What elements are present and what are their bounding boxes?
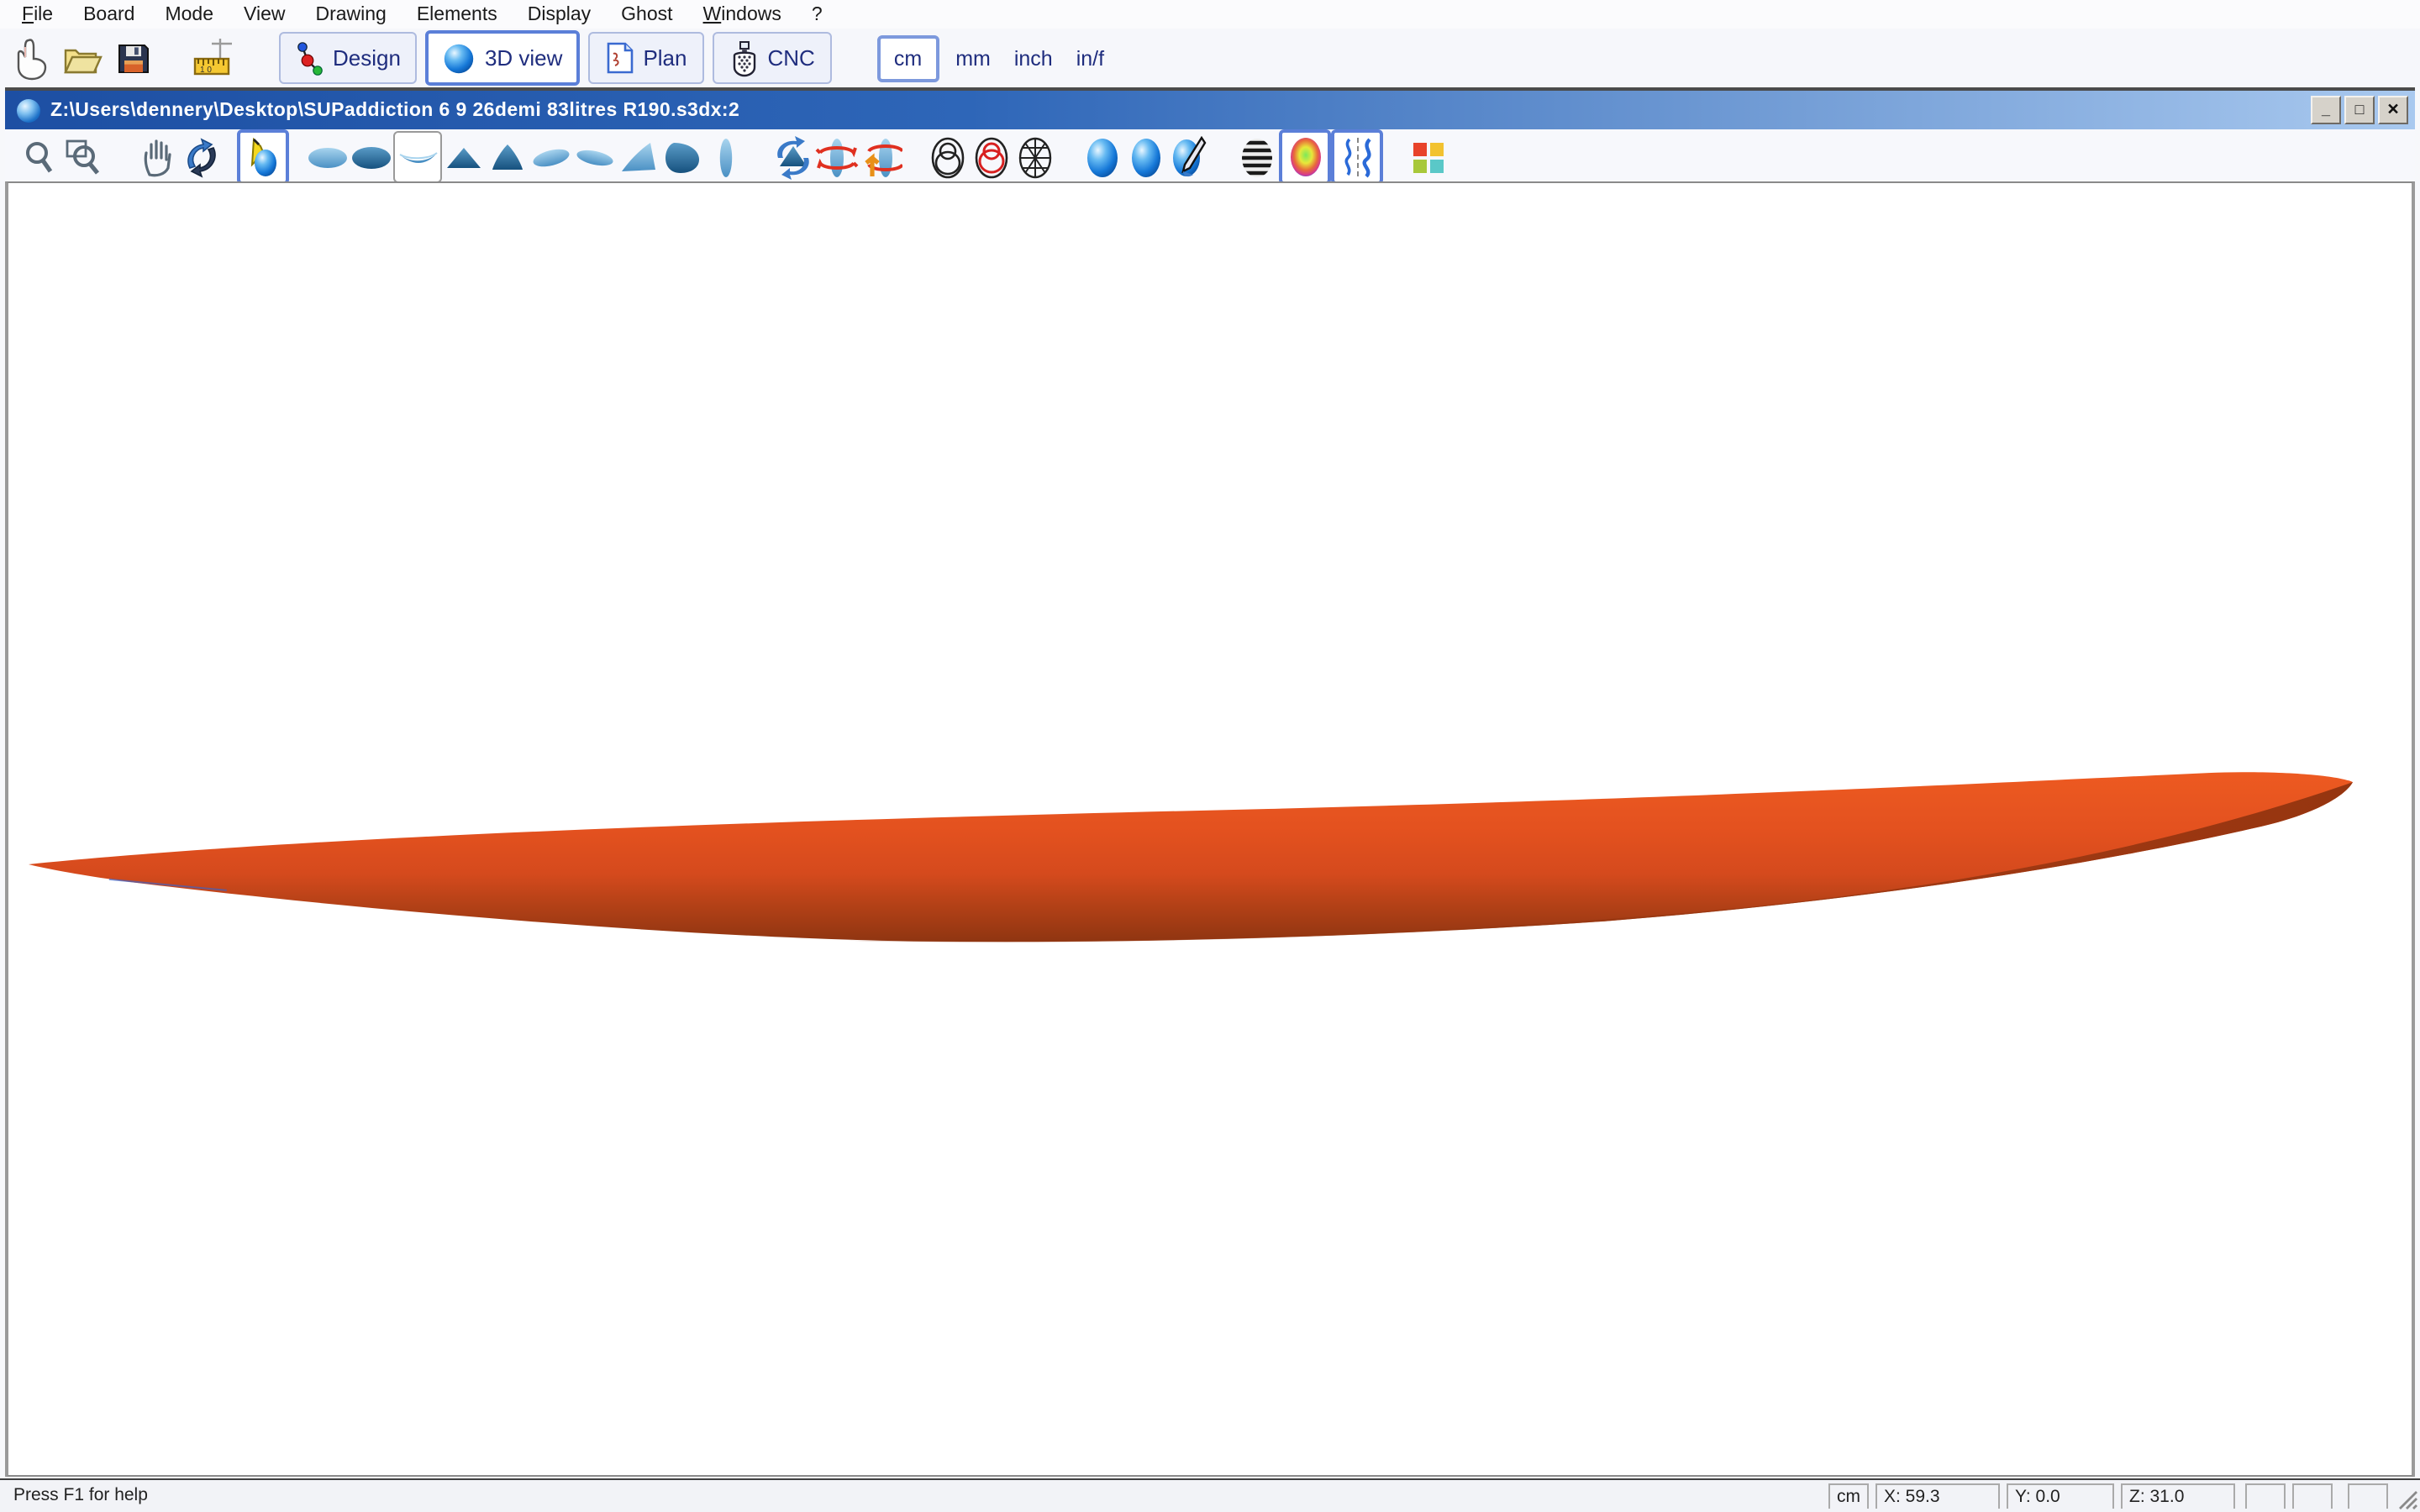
unit-selector: cm mm inch in/f xyxy=(877,34,1116,81)
menu-help[interactable]: ? xyxy=(797,4,838,24)
status-x-coordinate: X: 59.3 xyxy=(1876,1483,2000,1509)
status-bar: Press F1 for help cm X: 59.3 Y: 0.0 Z: 3… xyxy=(0,1478,2420,1512)
status-unit: cm xyxy=(1828,1483,1869,1509)
view-nose-icon[interactable] xyxy=(442,135,486,179)
plan-button[interactable]: Plan xyxy=(587,32,703,84)
view-side-icon[interactable] xyxy=(393,131,442,183)
wireframe-slices-icon[interactable] xyxy=(970,135,1013,179)
render-solid-icon[interactable] xyxy=(1081,135,1124,179)
view-bottom-icon[interactable] xyxy=(350,135,393,179)
open-folder-icon[interactable] xyxy=(60,34,104,81)
flex-curves-icon[interactable] xyxy=(1331,129,1383,185)
view-perspective-3-icon[interactable] xyxy=(617,135,660,179)
view-perspective-1-icon[interactable] xyxy=(529,135,573,179)
rotate-object-icon[interactable] xyxy=(771,135,815,179)
measure-ruler-icon[interactable]: 1 0 xyxy=(192,34,235,81)
color-tiles-icon[interactable] xyxy=(1407,135,1450,179)
document-titlebar[interactable]: Z:\Users\dennery\Desktop\SUPaddiction 6 … xyxy=(5,91,2415,129)
wireframe-icon[interactable] xyxy=(926,135,970,179)
menu-view[interactable]: View xyxy=(229,4,300,24)
menu-board[interactable]: Board xyxy=(68,4,150,24)
window-controls: _ □ ✕ xyxy=(2311,96,2408,124)
document-title: Z:\Users\dennery\Desktop\SUPaddiction 6 … xyxy=(50,100,739,120)
status-help-text: Press F1 for help xyxy=(13,1485,148,1505)
main-toolbar: 1 0 Design 3D view Plan CNC cm mm inch i… xyxy=(0,29,2420,87)
flip-board-icon[interactable] xyxy=(859,135,902,179)
3d-view-button-label: 3D view xyxy=(485,45,563,71)
rotate-view-icon[interactable] xyxy=(180,135,224,179)
board-render xyxy=(8,183,2412,1475)
zoom-window-icon[interactable] xyxy=(62,135,106,179)
unit-mm[interactable]: mm xyxy=(944,46,1002,70)
design-icon xyxy=(296,39,324,76)
render-smooth-icon[interactable] xyxy=(1124,135,1168,179)
status-empty-panel xyxy=(2292,1483,2333,1509)
plan-button-label: Plan xyxy=(643,45,687,71)
status-y-coordinate: Y: 0.0 xyxy=(2007,1483,2114,1509)
plan-icon xyxy=(604,40,634,76)
rotate-axis-icon[interactable] xyxy=(815,135,859,179)
3d-canvas[interactable] xyxy=(5,181,2415,1477)
status-empty-panel xyxy=(2245,1483,2286,1509)
maximize-button[interactable]: □ xyxy=(2344,96,2375,124)
save-floppy-icon[interactable] xyxy=(111,34,155,81)
view-front-icon[interactable] xyxy=(704,135,748,179)
render-curvature-icon[interactable] xyxy=(1279,129,1331,185)
menu-windows[interactable]: Windows xyxy=(688,4,797,24)
view-deck-icon[interactable] xyxy=(306,135,350,179)
render-zebra-icon[interactable] xyxy=(1235,135,1279,179)
unit-inch[interactable]: inch xyxy=(1002,46,1065,70)
board-silhouette xyxy=(29,772,2353,942)
new-hand-icon[interactable] xyxy=(10,34,54,81)
status-z-coordinate: Z: 31.0 xyxy=(2121,1483,2235,1509)
close-button[interactable]: ✕ xyxy=(2378,96,2408,124)
menu-mode[interactable]: Mode xyxy=(150,4,229,24)
status-empty-panel xyxy=(2348,1483,2388,1509)
svg-text:1 0: 1 0 xyxy=(200,65,212,74)
wireframe-mesh-icon[interactable] xyxy=(1013,135,1057,179)
3d-view-button[interactable]: 3D view xyxy=(426,30,580,86)
view-perspective-4-icon[interactable] xyxy=(660,135,704,179)
select-3d-icon[interactable] xyxy=(237,129,289,185)
design-button-label: Design xyxy=(333,45,401,71)
minimize-button[interactable]: _ xyxy=(2311,96,2341,124)
menu-file[interactable]: File xyxy=(7,4,68,24)
3d-view-icon xyxy=(443,41,476,75)
screen: File Board Mode View Drawing Elements Di… xyxy=(0,0,2420,1512)
resize-grip-icon[interactable] xyxy=(2396,1488,2418,1510)
view-perspective-2-icon[interactable] xyxy=(573,135,617,179)
unit-cm[interactable]: cm xyxy=(877,34,939,81)
cnc-icon xyxy=(729,39,760,76)
pan-hand-icon[interactable] xyxy=(136,135,180,179)
menu-ghost[interactable]: Ghost xyxy=(606,4,687,24)
menu-drawing[interactable]: Drawing xyxy=(300,4,401,24)
app-window: File Board Mode View Drawing Elements Di… xyxy=(0,0,2420,1512)
zoom-icon[interactable] xyxy=(18,135,62,179)
unit-inf[interactable]: in/f xyxy=(1065,46,1116,70)
menu-bar: File Board Mode View Drawing Elements Di… xyxy=(0,0,2420,29)
design-button[interactable]: Design xyxy=(279,32,418,84)
render-design-icon[interactable] xyxy=(1168,135,1212,179)
cnc-button-label: CNC xyxy=(768,45,815,71)
view-tail-icon[interactable] xyxy=(486,135,529,179)
view-toolbar xyxy=(5,129,2415,185)
menu-elements[interactable]: Elements xyxy=(402,4,513,24)
menu-display[interactable]: Display xyxy=(513,4,606,24)
cnc-button[interactable]: CNC xyxy=(713,32,832,84)
document-sphere-icon xyxy=(17,98,40,122)
